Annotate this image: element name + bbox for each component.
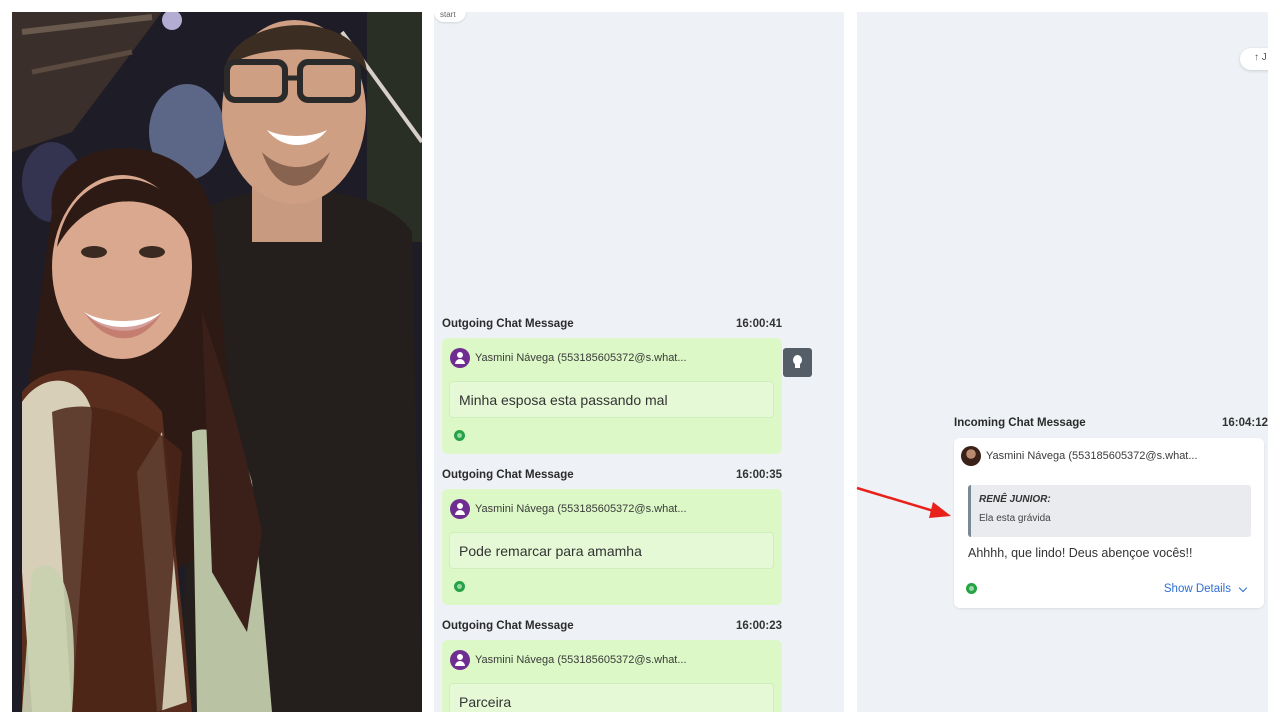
message-sender: Yasmini Návega (553185605372@s.what... bbox=[450, 348, 687, 368]
message-type-label: Outgoing Chat Message bbox=[442, 318, 574, 330]
sender-name: Yasmini Návega (553185605372@s.what... bbox=[475, 352, 687, 364]
user-avatar-icon bbox=[450, 499, 470, 519]
red-arrow-annotation bbox=[856, 486, 951, 518]
whatsapp-icon bbox=[966, 583, 977, 594]
couple-photo bbox=[12, 12, 422, 712]
message-header: Outgoing Chat Message 16:00:23 bbox=[442, 620, 782, 632]
start-chip: start bbox=[434, 12, 466, 22]
outgoing-message-card[interactable]: Yasmini Návega (553185605372@s.what... P… bbox=[442, 489, 782, 605]
whatsapp-icon bbox=[454, 581, 465, 592]
message-sender: Yasmini Návega (553185605372@s.what... bbox=[961, 446, 1198, 466]
quote-author: RENÊ JUNIOR: bbox=[979, 494, 1051, 505]
show-details-label: Show Details bbox=[1163, 583, 1231, 595]
message-bubble: Minha esposa esta passando mal bbox=[449, 381, 774, 418]
message-bubble: Pode remarcar para amamha bbox=[449, 532, 774, 569]
lightbulb-icon bbox=[793, 355, 802, 368]
sender-name: Yasmini Návega (553185605372@s.what... bbox=[475, 503, 687, 515]
message-time: 16:00:35 bbox=[735, 469, 782, 481]
outgoing-message-card[interactable]: Yasmini Návega (553185605372@s.what... M… bbox=[442, 338, 782, 454]
user-avatar-icon bbox=[450, 348, 470, 368]
sender-name: Yasmini Návega (553185605372@s.what... bbox=[986, 450, 1198, 462]
whatsapp-icon bbox=[454, 430, 465, 441]
lightbulb-button[interactable] bbox=[783, 348, 812, 377]
message-text: Pode remarcar para amamha bbox=[459, 542, 642, 559]
screenshot-collage: start Outgoing Chat Message 16:00:41 Yas… bbox=[0, 0, 1280, 725]
message-sender: Yasmini Návega (553185605372@s.what... bbox=[450, 499, 687, 519]
message-header: Outgoing Chat Message 16:00:35 bbox=[442, 469, 782, 481]
message-time: 16:04:12 bbox=[1221, 417, 1268, 429]
couple-photo-illustration bbox=[12, 12, 422, 712]
message-text: Minha esposa esta passando mal bbox=[459, 391, 668, 408]
sender-name: Yasmini Návega (553185605372@s.what... bbox=[475, 654, 687, 666]
outgoing-message-card[interactable]: Yasmini Návega (553185605372@s.what... P… bbox=[442, 640, 782, 712]
message-text: Ahhhh, que lindo! Deus abençoe vocês!! bbox=[968, 546, 1193, 560]
message-type-label: Incoming Chat Message bbox=[954, 417, 1086, 429]
user-avatar-icon bbox=[450, 650, 470, 670]
message-type-label: Outgoing Chat Message bbox=[442, 469, 574, 481]
message-text: Parceira bbox=[459, 693, 512, 710]
message-header: Incoming Chat Message 16:04:12 bbox=[954, 417, 1268, 429]
quoted-reply: RENÊ JUNIOR: Ela esta grávida bbox=[968, 485, 1251, 537]
message-bubble: Parceira bbox=[449, 683, 774, 712]
contact-avatar-icon bbox=[961, 446, 981, 466]
message-sender: Yasmini Návega (553185605372@s.what... bbox=[450, 650, 687, 670]
message-time: 16:00:23 bbox=[735, 620, 782, 632]
message-type-label: Outgoing Chat Message bbox=[442, 620, 574, 632]
incoming-message-card[interactable]: Yasmini Návega (553185605372@s.what... R… bbox=[954, 438, 1264, 608]
incoming-chat-panel[interactable]: ↑ J Incoming Chat Message 16:04:12 Yasmi… bbox=[857, 12, 1268, 712]
message-time: 16:00:41 bbox=[735, 318, 782, 330]
outgoing-chat-panel[interactable]: start Outgoing Chat Message 16:00:41 Yas… bbox=[434, 12, 844, 712]
message-header: Outgoing Chat Message 16:00:41 bbox=[442, 318, 782, 330]
chevron-down-icon bbox=[1238, 583, 1248, 592]
jump-to-top-button[interactable]: ↑ J bbox=[1240, 48, 1268, 70]
show-details-link[interactable]: Show Details bbox=[1163, 583, 1248, 595]
quote-text: Ela esta grávida bbox=[979, 513, 1051, 524]
